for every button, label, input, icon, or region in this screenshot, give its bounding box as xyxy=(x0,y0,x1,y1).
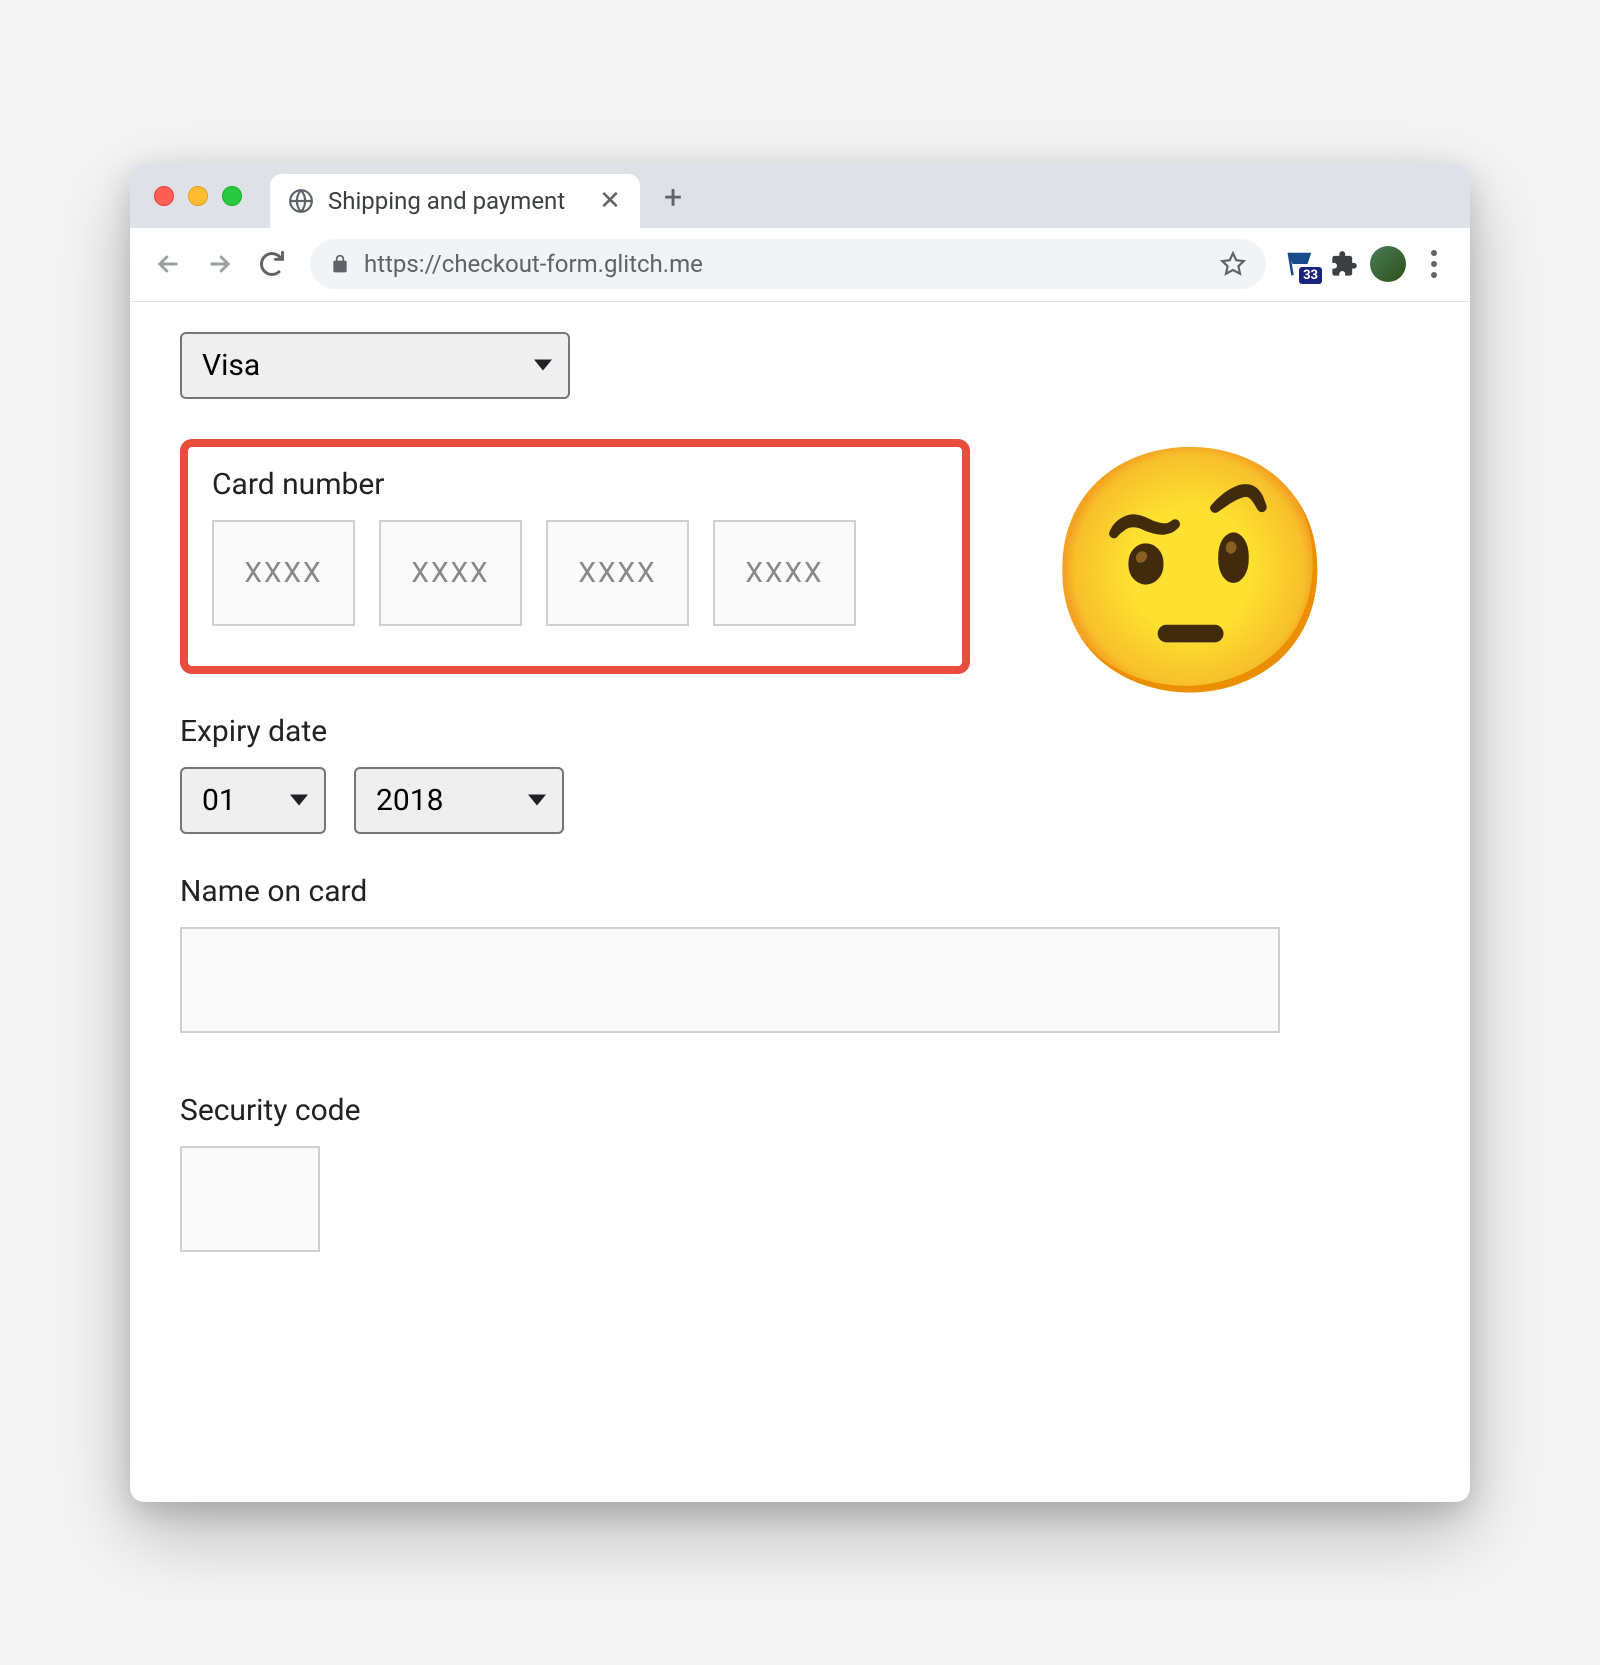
close-tab-button[interactable]: ✕ xyxy=(598,186,622,216)
expiry-month-select[interactable]: 01 xyxy=(180,767,326,834)
traffic-lights xyxy=(154,186,242,206)
back-button[interactable] xyxy=(146,242,190,286)
raised-eyebrow-emoji: 🤨 xyxy=(1041,452,1340,692)
card-type-select[interactable]: Visa xyxy=(180,332,570,399)
card-number-segment-2[interactable] xyxy=(379,520,522,626)
expiry-section: Expiry date 01 2018 xyxy=(180,714,1420,834)
globe-icon xyxy=(288,188,314,214)
card-number-inputs xyxy=(212,520,938,626)
bookmark-star-icon[interactable] xyxy=(1220,251,1246,277)
expiry-year-select[interactable]: 2018 xyxy=(354,767,564,834)
new-tab-button[interactable]: + xyxy=(664,178,682,216)
browser-tab[interactable]: Shipping and payment ✕ xyxy=(270,174,640,228)
expiry-label: Expiry date xyxy=(180,714,1420,749)
tab-title: Shipping and payment xyxy=(328,187,584,215)
card-number-label: Card number xyxy=(212,467,938,502)
forward-button[interactable] xyxy=(198,242,242,286)
name-section: Name on card xyxy=(180,874,1420,1033)
extension-icon[interactable]: 33 xyxy=(1282,246,1318,282)
security-code-label: Security code xyxy=(180,1093,1420,1128)
close-window-button[interactable] xyxy=(154,186,174,206)
lock-icon xyxy=(330,253,350,275)
address-bar[interactable]: https://checkout-form.glitch.me xyxy=(310,239,1266,289)
card-number-segment-1[interactable] xyxy=(212,520,355,626)
security-code-input[interactable] xyxy=(180,1146,320,1252)
profile-avatar[interactable] xyxy=(1370,246,1406,282)
card-type-select-wrap: Visa xyxy=(180,332,570,399)
minimize-window-button[interactable] xyxy=(188,186,208,206)
card-number-highlight: Card number xyxy=(180,439,970,674)
name-on-card-label: Name on card xyxy=(180,874,1420,909)
page-content: Visa Card number 🤨 Expiry date 01 xyxy=(130,302,1470,1502)
maximize-window-button[interactable] xyxy=(222,186,242,206)
reload-button[interactable] xyxy=(250,242,294,286)
cvv-section: Security code xyxy=(180,1093,1420,1252)
browser-window: Shipping and payment ✕ + https://checkou… xyxy=(130,164,1470,1502)
name-on-card-input[interactable] xyxy=(180,927,1280,1033)
title-bar: Shipping and payment ✕ + xyxy=(130,164,1470,228)
extensions-puzzle-icon[interactable] xyxy=(1326,246,1362,282)
browser-menu-button[interactable] xyxy=(1414,250,1454,278)
extension-badge: 33 xyxy=(1299,267,1322,284)
card-number-segment-3[interactable] xyxy=(546,520,689,626)
card-number-segment-4[interactable] xyxy=(713,520,856,626)
toolbar: https://checkout-form.glitch.me 33 xyxy=(130,228,1470,302)
url-text: https://checkout-form.glitch.me xyxy=(364,250,1206,278)
